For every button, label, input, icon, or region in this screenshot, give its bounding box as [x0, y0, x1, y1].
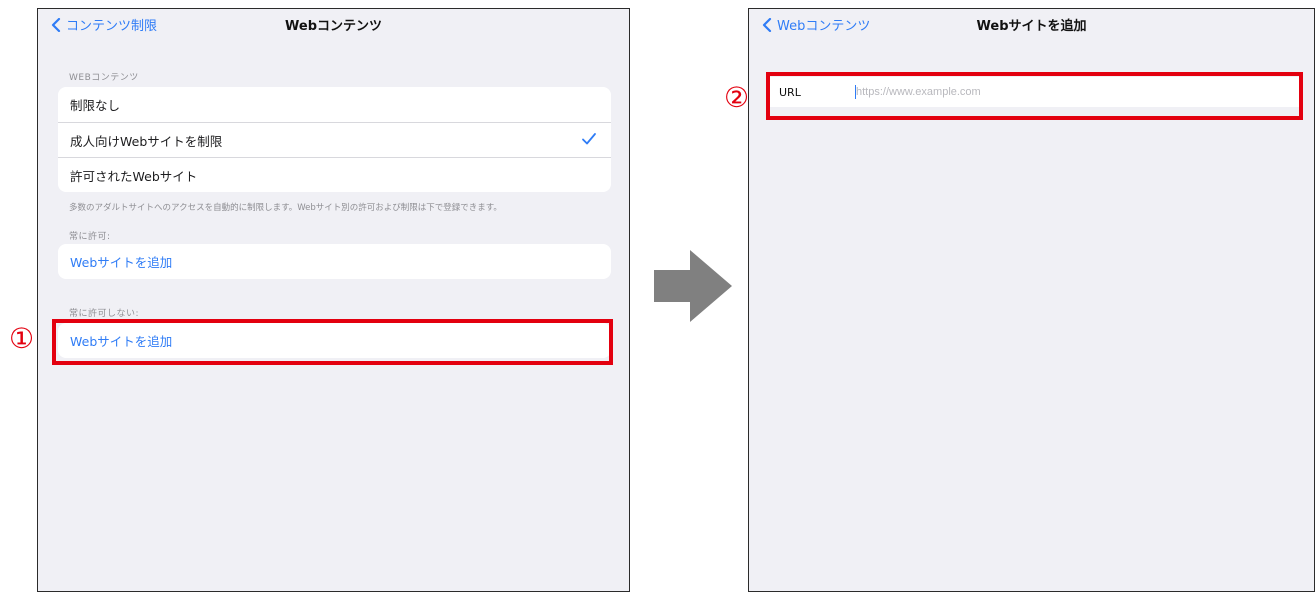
step-number-2: ② — [724, 81, 750, 114]
option-label: 制限なし — [70, 98, 121, 113]
page-title: Webコンテンツ — [285, 19, 382, 34]
option-allowed-websites[interactable]: 許可されたWebサイト — [58, 157, 611, 192]
web-content-options: 制限なし 成人向けWebサイトを制限 許可されたWebサイト — [58, 87, 611, 192]
screen-add-website: Webコンテンツ Webサイトを追加 URL — [748, 8, 1315, 592]
screen-web-content: コンテンツ制限 Webコンテンツ WEBコンテンツ 制限なし 成人向けWebサイ… — [37, 8, 630, 592]
option-label: 成人向けWebサイトを制限 — [70, 133, 223, 149]
add-allowed-website-button[interactable]: Webサイトを追加 — [58, 244, 611, 279]
page-title: Webサイトを追加 — [976, 19, 1087, 34]
option-limit-adult-websites[interactable]: 成人向けWebサイトを制限 — [58, 122, 611, 157]
add-website-label: Webサイトを追加 — [70, 255, 173, 270]
section-header-always-allow: 常に許可: — [69, 232, 111, 242]
highlight-box-step-2 — [766, 72, 1303, 120]
nav-bar: コンテンツ制限 Webコンテンツ — [38, 9, 629, 49]
always-allow-group: Webサイトを追加 — [58, 244, 611, 279]
web-content-footer: 多数のアダルトサイトへのアクセスを自動的に制限します。Webサイト別の許可および… — [69, 203, 502, 213]
checkmark-icon — [582, 133, 596, 145]
highlight-box-step-1 — [52, 319, 613, 365]
section-header-never-allow: 常に許可しない: — [69, 309, 140, 319]
nav-bar: Webコンテンツ Webサイトを追加 — [749, 9, 1314, 49]
option-no-restriction[interactable]: 制限なし — [58, 87, 611, 122]
arrow-right-icon — [654, 250, 732, 322]
option-label: 許可されたWebサイト — [70, 168, 198, 184]
section-header-web-content: WEBコンテンツ — [69, 73, 139, 83]
step-number-1: ① — [9, 322, 35, 355]
